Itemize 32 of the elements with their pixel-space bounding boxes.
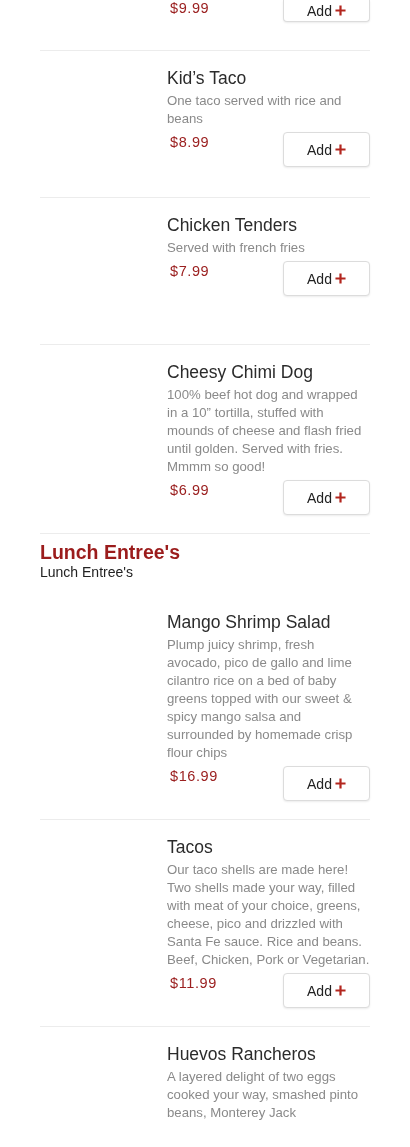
section-subtitle: Lunch Entree's	[40, 563, 134, 581]
plus-icon	[334, 778, 346, 789]
add-button[interactable]: Add	[283, 480, 370, 515]
item-description: A layered delight of two eggs cooked your way, smashed pinto beans, Monterey Jack	[167, 1068, 360, 1122]
plus-icon	[334, 492, 346, 503]
add-button[interactable]: Add	[283, 261, 370, 296]
plus-icon	[334, 144, 346, 155]
item-name: Kid’s Taco	[167, 67, 248, 89]
item-description: Our taco shells are made here! Two shells made your way, filled with meat of your choice, greens, cheese, pico and drizzled with Santa Fe sauce. Rice and beans. Beef, Chicken, Pork or Vegetarian.	[167, 861, 370, 969]
item-name: Chicken Tenders	[167, 214, 299, 236]
item-description: 100% beef hot dog and wrapped in a 10” tortilla, stuffed with mounds of cheese and flash fried until golden. Served with fries. Mmmm so good!	[167, 386, 363, 476]
item-price: $16.99	[170, 768, 218, 784]
item-name: Mango Shrimp Salad	[167, 611, 332, 633]
item-price: $8.99	[170, 134, 210, 150]
item-description: Plump juicy shrimp, fresh avocado, pico de gallo and lime cilantro rice on a bed of baby greens topped with our sweet & spicy mango salsa and surrounded by homemade crisp flour chips	[167, 636, 354, 762]
plus-icon	[334, 985, 346, 996]
item-name: Cheesy Chimi Dog	[167, 361, 314, 383]
item-description: Served with french fries	[167, 239, 306, 257]
item-price: $6.99	[170, 482, 210, 498]
add-button[interactable]: Add	[283, 132, 370, 167]
item-price: $11.99	[170, 975, 217, 991]
item-name: Huevos Rancheros	[167, 1043, 317, 1065]
plus-icon	[334, 273, 346, 284]
item-name: Tacos	[167, 836, 214, 858]
add-button[interactable]: Add	[283, 0, 370, 22]
item-price: $9.99	[170, 0, 210, 16]
add-button[interactable]: Add	[283, 973, 370, 1008]
item-price: $7.99	[170, 263, 210, 279]
item-description: One taco served with rice and beans	[167, 92, 343, 128]
plus-icon	[334, 5, 346, 16]
add-button[interactable]: Add	[283, 766, 370, 801]
section-title: Lunch Entree's	[40, 541, 182, 563]
